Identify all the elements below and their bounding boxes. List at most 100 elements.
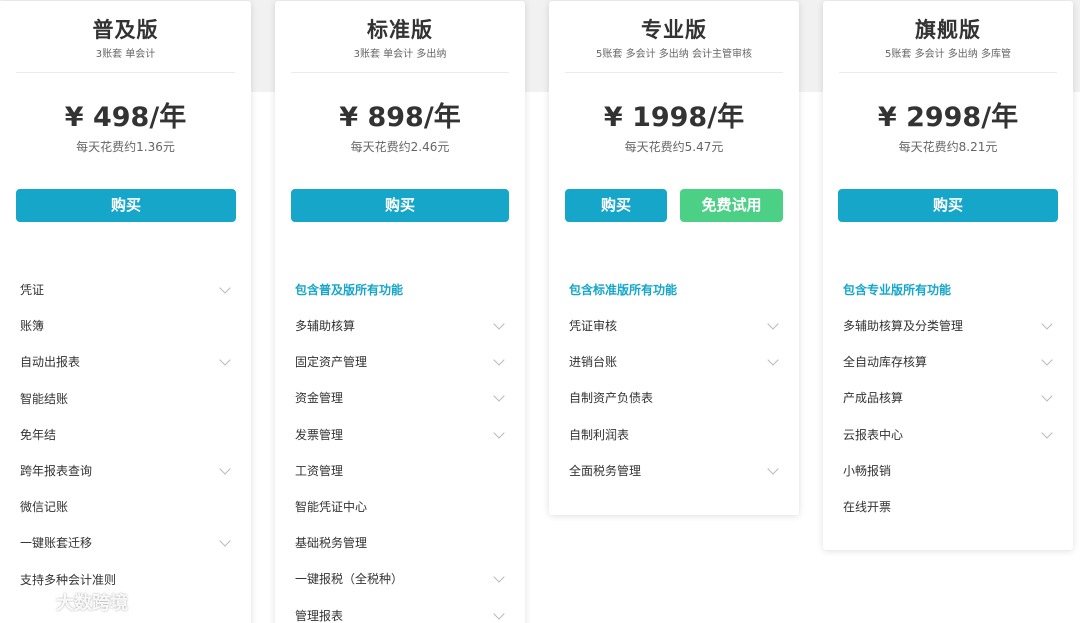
feature-label: 智能结账: [20, 391, 69, 406]
chevron-down-icon[interactable]: [493, 426, 505, 439]
feature-item: 工资管理: [275, 453, 525, 489]
buy-button[interactable]: 购买: [838, 189, 1058, 222]
feature-label: 账簿: [20, 319, 45, 334]
feature-item[interactable]: 全自动库存核算: [823, 344, 1073, 380]
buy-button[interactable]: 购买: [16, 189, 236, 222]
feature-item[interactable]: 产成品核算: [823, 380, 1073, 416]
chevron-down-icon[interactable]: [1041, 390, 1053, 403]
feature-list: 凭证 账簿 自动出报表 智能结账 免年结 跨年报表查询 微信记账 一键账套迁移 …: [0, 272, 251, 598]
feature-label: 小畅报销: [843, 463, 892, 478]
buy-button[interactable]: 购买: [291, 189, 509, 222]
plan-card-standard: 标准版 3账套 单会计 多出纳 ¥ 898/年 每天花费约2.46元 购买 包含…: [275, 1, 525, 623]
feature-item: 基础税务管理: [275, 525, 525, 561]
plan-subtitle: 5账套 多会计 多出纳 多库管: [885, 49, 1011, 60]
plan-subtitle: 3账套 单会计: [95, 49, 156, 60]
feature-item[interactable]: 云报表中心: [823, 417, 1073, 453]
plan-header: 旗舰版 5账套 多会计 多出纳 多库管: [839, 1, 1057, 73]
chevron-down-icon[interactable]: [493, 318, 505, 330]
watermark: 大数跨境: [8, 588, 128, 616]
feature-label: 智能凭证中心: [295, 499, 368, 514]
feature-label: 支持多种会计准则: [20, 572, 117, 587]
chevron-down-icon[interactable]: [219, 354, 231, 367]
feature-label: 云报表中心: [843, 427, 904, 442]
plan-card-flagship: 旗舰版 5账套 多会计 多出纳 多库管 ¥ 2998/年 每天花费约8.21元 …: [823, 1, 1073, 550]
feature-label: 产成品核算: [843, 391, 904, 406]
feature-item[interactable]: 一键报税（全税种）: [275, 561, 525, 597]
plan-name: 普及版: [92, 18, 159, 42]
feature-item: 微信记账: [0, 489, 251, 525]
feature-list: 多辅助核算及分类管理 全自动库存核算 产成品核算 云报表中心 小畅报销 在线开票: [823, 308, 1073, 525]
feature-label: 跨年报表查询: [20, 463, 93, 478]
feature-item: 账簿: [0, 308, 251, 344]
feature-label: 基础税务管理: [295, 536, 368, 551]
feature-item[interactable]: 固定资产管理: [275, 344, 525, 380]
feature-label: 资金管理: [295, 391, 344, 406]
feature-item[interactable]: 一键账套迁移: [0, 525, 251, 561]
feature-item[interactable]: 自动出报表: [0, 344, 251, 380]
watermark-text: 大数跨境: [56, 593, 128, 614]
chevron-down-icon[interactable]: [767, 354, 779, 366]
plan-header: 标准版 3账套 单会计 多出纳: [291, 1, 509, 73]
feature-label: 进销台账: [569, 355, 618, 370]
feature-item[interactable]: 资金管理: [275, 380, 525, 416]
feature-label: 自制利润表: [569, 427, 630, 442]
feature-item: 智能结账: [0, 381, 251, 417]
chevron-down-icon[interactable]: [493, 354, 505, 366]
feature-item[interactable]: 多辅助核算及分类管理: [823, 308, 1073, 344]
feature-item[interactable]: 多辅助核算: [275, 308, 525, 344]
feature-label: 免年结: [20, 427, 57, 442]
feature-item[interactable]: 跨年报表查询: [0, 453, 251, 489]
chevron-down-icon[interactable]: [219, 535, 231, 547]
chevron-down-icon[interactable]: [493, 571, 505, 583]
feature-item[interactable]: 凭证: [0, 272, 251, 308]
feature-label: 一键报税（全税种）: [295, 572, 404, 587]
buy-button[interactable]: 购买: [565, 189, 667, 222]
feature-item: 免年结: [0, 417, 251, 453]
feature-item: 在线开票: [823, 489, 1073, 525]
feature-label: 全自动库存核算: [843, 355, 928, 370]
chevron-down-icon[interactable]: [219, 463, 231, 475]
chevron-down-icon[interactable]: [1041, 318, 1053, 330]
feature-item[interactable]: 发票管理: [275, 417, 525, 453]
plan-daily-cost: 每天花费约2.46元: [350, 140, 450, 154]
plan-daily-cost: 每天花费约1.36元: [76, 140, 175, 154]
watermark-logo-icon: [8, 591, 49, 610]
chevron-down-icon[interactable]: [493, 607, 505, 620]
chevron-down-icon[interactable]: [493, 390, 505, 403]
feature-item[interactable]: 凭证审核: [549, 308, 799, 344]
plan-daily-cost: 每天花费约8.21元: [898, 140, 998, 154]
include-previous-features: 包含专业版所有功能: [843, 283, 952, 297]
feature-item[interactable]: 管理报表: [275, 598, 525, 623]
feature-label: 微信记账: [20, 500, 69, 515]
feature-label: 发票管理: [295, 427, 344, 442]
feature-label: 多辅助核算及分类管理: [843, 319, 964, 333]
feature-label: 凭证: [20, 283, 45, 297]
plan-subtitle: 3账套 单会计 多出纳: [353, 49, 447, 60]
feature-label: 凭证审核: [569, 319, 618, 333]
plan-price: ¥ 1998/年: [603, 102, 745, 133]
feature-label: 自制资产负债表: [569, 391, 654, 406]
feature-label: 工资管理: [295, 463, 344, 478]
feature-item: 智能凭证中心: [275, 489, 525, 525]
chevron-down-icon[interactable]: [1041, 426, 1053, 439]
chevron-down-icon[interactable]: [767, 318, 779, 330]
include-previous-features: 包含普及版所有功能: [295, 283, 404, 297]
free-trial-button[interactable]: 免费试用: [680, 189, 783, 222]
plan-price: ¥ 498/年: [64, 102, 187, 133]
plan-name: 标准版: [367, 18, 433, 42]
chevron-down-icon[interactable]: [219, 282, 231, 294]
plan-card-professional: 专业版 5账套 多会计 多出纳 会计主管审核 ¥ 1998/年 每天花费约5.4…: [549, 1, 799, 515]
plan-header: 普及版 3账套 单会计: [16, 1, 235, 73]
feature-label: 在线开票: [843, 499, 892, 514]
feature-list: 凭证审核 进销台账 自制资产负债表 自制利润表 全面税务管理: [549, 308, 799, 489]
plan-card-basic: 普及版 3账套 单会计 ¥ 498/年 每天花费约1.36元 购买 凭证 账簿 …: [0, 1, 251, 623]
feature-item[interactable]: 进销台账: [549, 344, 799, 380]
feature-item[interactable]: 全面税务管理: [549, 453, 799, 489]
feature-label: 自动出报表: [20, 355, 81, 370]
plan-subtitle: 5账套 多会计 多出纳 会计主管审核: [596, 49, 752, 60]
feature-label: 固定资产管理: [295, 355, 368, 370]
feature-label: 全面税务管理: [569, 463, 642, 478]
chevron-down-icon[interactable]: [1041, 354, 1053, 366]
chevron-down-icon[interactable]: [767, 463, 779, 475]
feature-item: 自制资产负债表: [549, 380, 799, 416]
